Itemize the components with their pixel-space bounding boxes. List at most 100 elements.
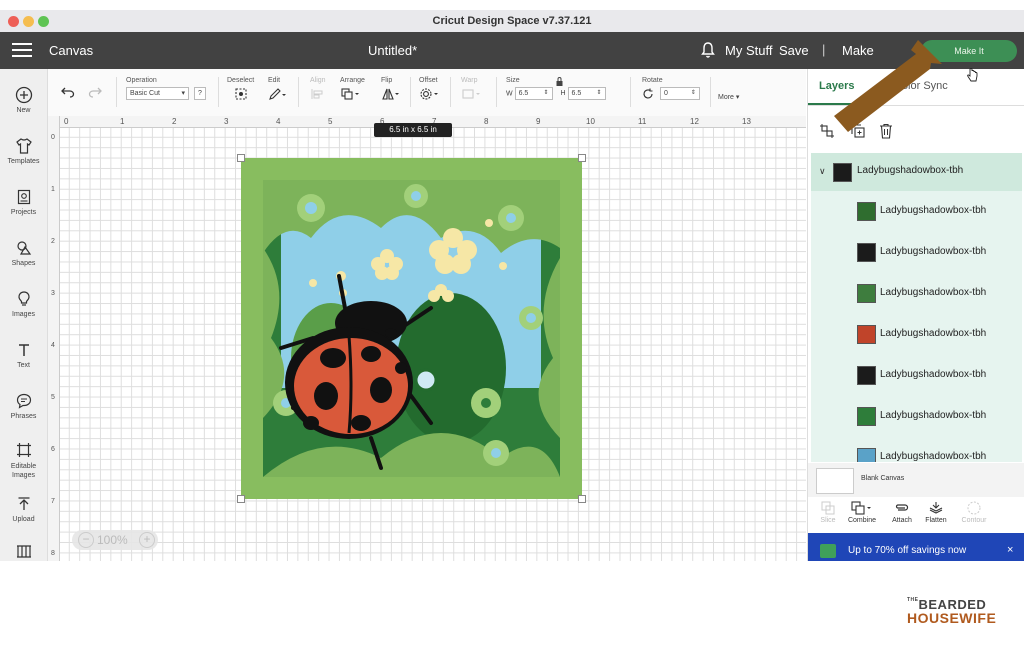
edit-control[interactable]: Edit bbox=[268, 77, 286, 103]
layer-thumbnail bbox=[857, 243, 876, 262]
sidebar-item-upload[interactable]: Upload bbox=[0, 495, 47, 523]
promo-banner[interactable]: Up to 70% off savings now × bbox=[808, 533, 1024, 561]
ruler-mark: 9 bbox=[536, 117, 541, 126]
flip-control[interactable]: Flip bbox=[381, 77, 401, 103]
watermark-line2: HOUSEWIFE bbox=[907, 610, 997, 626]
flatten-icon bbox=[929, 502, 943, 514]
sidebar-item-monogram[interactable] bbox=[0, 543, 47, 561]
upload-icon bbox=[18, 497, 29, 510]
width-label: W bbox=[506, 90, 513, 98]
ruler-mark: 4 bbox=[51, 342, 55, 349]
document-title[interactable]: Untitled* bbox=[368, 43, 417, 58]
paperclip-icon bbox=[895, 504, 909, 511]
layer-row[interactable]: Ladybugshadowbox-tbh bbox=[811, 396, 1022, 436]
blank-canvas-swatch bbox=[816, 468, 854, 494]
size-tooltip: 6.5 in x 6.5 in bbox=[374, 123, 452, 137]
ruler-mark: 8 bbox=[484, 117, 489, 126]
sidebar-item-editable-images[interactable]: Editable Images bbox=[0, 441, 47, 480]
operation-select[interactable]: Basic Cut ▾ bbox=[126, 87, 189, 100]
ruler-mark: 0 bbox=[64, 117, 69, 126]
layer-thumbnail bbox=[833, 163, 852, 182]
layer-row[interactable]: Ladybugshadowbox-tbh bbox=[811, 355, 1022, 395]
height-stepper-icon[interactable]: ⇕ bbox=[597, 88, 602, 99]
ruler-mark: 1 bbox=[51, 186, 55, 193]
ruler-mark: 6 bbox=[51, 446, 55, 453]
height-value: 6.5 bbox=[571, 90, 582, 97]
shirt-icon bbox=[15, 138, 32, 154]
sidebar-item-shapes[interactable]: Shapes bbox=[0, 239, 47, 267]
deselect-icon bbox=[235, 88, 247, 100]
ruler-mark: 1 bbox=[120, 117, 125, 126]
align-control[interactable]: Align bbox=[310, 77, 330, 103]
layer-row[interactable]: Ladybugshadowbox-tbh bbox=[811, 273, 1022, 313]
undo-icon[interactable] bbox=[61, 86, 75, 98]
save-button[interactable]: Save bbox=[779, 43, 809, 58]
window-title: Cricut Design Space v7.37.121 bbox=[432, 15, 592, 27]
layer-row[interactable]: Ladybugshadowbox-tbh bbox=[811, 191, 1022, 231]
sidebar-label-editable-images: Editable Images bbox=[10, 463, 37, 479]
zoom-in-button[interactable]: + bbox=[139, 532, 155, 548]
slice-icon bbox=[821, 501, 835, 515]
sidebar-label-phrases: Phrases bbox=[10, 413, 37, 420]
layer-row[interactable]: Ladybugshadowbox-tbh bbox=[811, 314, 1022, 354]
height-input[interactable]: 6.5 ⇕ bbox=[567, 87, 606, 100]
layer-name: Ladybugshadowbox-tbh bbox=[880, 451, 987, 462]
lock-icon[interactable] bbox=[555, 76, 564, 87]
sidebar-item-new[interactable]: New bbox=[0, 86, 47, 114]
arrow-annotation bbox=[834, 40, 942, 132]
sidebar-item-projects[interactable]: Projects bbox=[0, 188, 47, 216]
menu-icon[interactable] bbox=[12, 43, 32, 57]
arrange-control[interactable]: Arrange bbox=[340, 77, 365, 103]
layer-name: Ladybugshadowbox-tbh bbox=[880, 205, 987, 216]
layer-thumbnail bbox=[857, 407, 876, 426]
layer-row[interactable]: Ladybugshadowbox-tbh bbox=[811, 437, 1022, 462]
operation-help-button[interactable]: ? bbox=[193, 87, 206, 100]
zoom-out-button[interactable]: − bbox=[78, 532, 94, 548]
layer-list: Ladybugshadowbox-tbh Ladybugshadowbox-tb… bbox=[811, 191, 1022, 462]
ruler-mark: 5 bbox=[51, 394, 55, 401]
combine-label: Combine bbox=[847, 517, 876, 524]
resize-handle-bottom-right[interactable] bbox=[578, 495, 586, 503]
lightbulb-icon bbox=[17, 291, 30, 306]
sidebar-item-text[interactable]: Text bbox=[0, 341, 47, 369]
slice-label: Slice bbox=[820, 517, 836, 524]
arrange-icon bbox=[341, 88, 359, 100]
offset-control[interactable]: Offset bbox=[419, 77, 441, 103]
combine-icon bbox=[851, 501, 871, 515]
flatten-button[interactable]: Flatten bbox=[916, 501, 956, 524]
text-icon bbox=[18, 344, 29, 356]
sidebar-item-images[interactable]: Images bbox=[0, 290, 47, 318]
ruler-mark: 12 bbox=[690, 117, 699, 126]
rotate-stepper-icon[interactable]: ⇕ bbox=[691, 88, 696, 99]
resize-handle-top-right[interactable] bbox=[578, 154, 586, 162]
redo-icon[interactable] bbox=[88, 86, 102, 98]
width-stepper-icon[interactable]: ⇕ bbox=[544, 88, 549, 99]
width-input[interactable]: 6.5 ⇕ bbox=[514, 87, 553, 100]
sidebar-item-phrases[interactable]: Phrases bbox=[0, 392, 47, 420]
layer-name: Ladybugshadowbox-tbh bbox=[880, 410, 987, 421]
my-stuff-link[interactable]: My Stuff bbox=[725, 43, 772, 58]
warp-control[interactable]: Warp bbox=[461, 77, 483, 103]
deselect-control[interactable]: Deselect bbox=[227, 77, 254, 103]
layer-group-row[interactable]: ∨ Ladybugshadowbox-tbh bbox=[811, 153, 1022, 191]
app-window: Cricut Design Space v7.37.121 Canvas Unt… bbox=[0, 10, 1024, 561]
rotate-input[interactable]: 0 ⇕ bbox=[659, 87, 700, 100]
resize-handle-top-left[interactable] bbox=[237, 154, 245, 162]
bell-icon[interactable] bbox=[700, 41, 716, 59]
operation-control: Operation Basic Cut ▾ ? bbox=[126, 77, 206, 100]
operation-label: Operation bbox=[126, 77, 157, 84]
layer-actions: Slice Combine Attach Flatten Contour bbox=[808, 497, 1024, 533]
width-value: 6.5 bbox=[518, 90, 529, 97]
close-icon[interactable]: × bbox=[1007, 544, 1013, 556]
chevron-down-icon[interactable]: ∨ bbox=[819, 166, 826, 177]
sidebar-item-templates[interactable]: Templates bbox=[0, 137, 47, 165]
more-menu-button[interactable]: More ▾ bbox=[718, 93, 739, 101]
ruler-mark: 2 bbox=[51, 238, 55, 245]
combine-button[interactable]: Combine bbox=[842, 501, 882, 524]
contour-button[interactable]: Contour bbox=[954, 501, 994, 524]
layer-row[interactable]: Ladybugshadowbox-tbh bbox=[811, 232, 1022, 272]
blank-canvas-row[interactable]: Blank Canvas bbox=[808, 463, 1024, 497]
ladybug-shadowbox-design[interactable] bbox=[241, 158, 582, 499]
resize-handle-bottom-left[interactable] bbox=[237, 495, 245, 503]
offset-label: Offset bbox=[419, 77, 438, 84]
